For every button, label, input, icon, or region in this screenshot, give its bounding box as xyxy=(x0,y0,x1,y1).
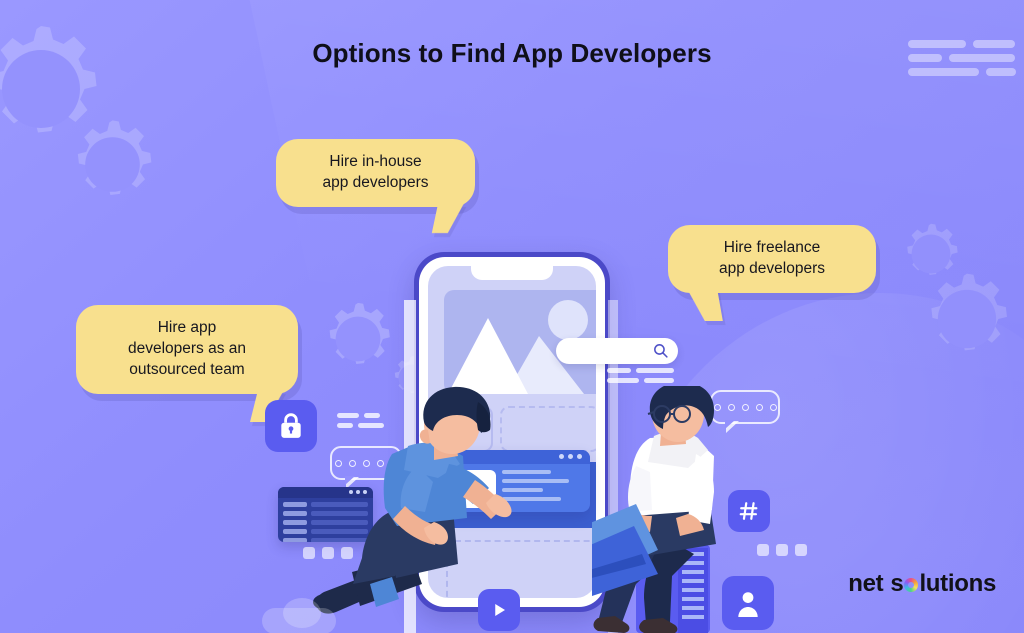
logo-word-s: s xyxy=(890,570,904,597)
decorative-text-lines xyxy=(908,40,1016,82)
gear-icon xyxy=(60,112,165,217)
lock-icon xyxy=(281,413,301,438)
logo-ring-icon xyxy=(904,578,919,592)
sun-shape xyxy=(548,300,588,340)
callout-line-2: app developers xyxy=(719,259,825,277)
decorative-text-lines xyxy=(607,368,677,388)
cloud-shape xyxy=(283,598,321,628)
search-input[interactable] xyxy=(556,338,678,364)
brand-logo[interactable]: net s lutions xyxy=(848,570,996,598)
gear-icon xyxy=(0,14,116,164)
callout-line-1: Hire app xyxy=(157,319,217,336)
mountain-shape xyxy=(448,318,528,394)
illustration-canvas: Options to Find App Developers Hire in-h… xyxy=(0,0,1024,633)
logo-word-lutions: lutions xyxy=(919,570,996,597)
gear-icon xyxy=(913,265,1021,373)
logo-word-net: net xyxy=(848,570,884,597)
sitting-person-illustration xyxy=(592,386,716,633)
callout-tail xyxy=(431,202,465,233)
hire-outsourced-callout[interactable]: Hire app developers as an outsourced tea… xyxy=(76,305,298,422)
callout-line-2: app developers xyxy=(322,173,429,191)
callout-tail xyxy=(687,288,723,321)
gear-icon xyxy=(315,296,401,382)
lock-icon-card[interactable] xyxy=(265,400,324,459)
callout-line-2: developers as an xyxy=(127,339,247,357)
decorative-squares xyxy=(757,544,807,556)
hire-in-house-callout[interactable]: Hire in-house app developers xyxy=(276,139,475,233)
callout-line-1: Hire freelance xyxy=(723,239,821,256)
callout-line-3: outsourced team xyxy=(129,360,245,378)
gear-icon xyxy=(895,218,967,290)
kneeling-person-illustration xyxy=(313,386,512,614)
phone-notch xyxy=(471,266,553,280)
callout-line-1: Hire in-house xyxy=(329,153,422,170)
page-title: Options to Find App Developers xyxy=(312,38,712,68)
hire-freelance-callout[interactable]: Hire freelance app developers xyxy=(668,225,876,321)
search-icon xyxy=(652,342,669,364)
